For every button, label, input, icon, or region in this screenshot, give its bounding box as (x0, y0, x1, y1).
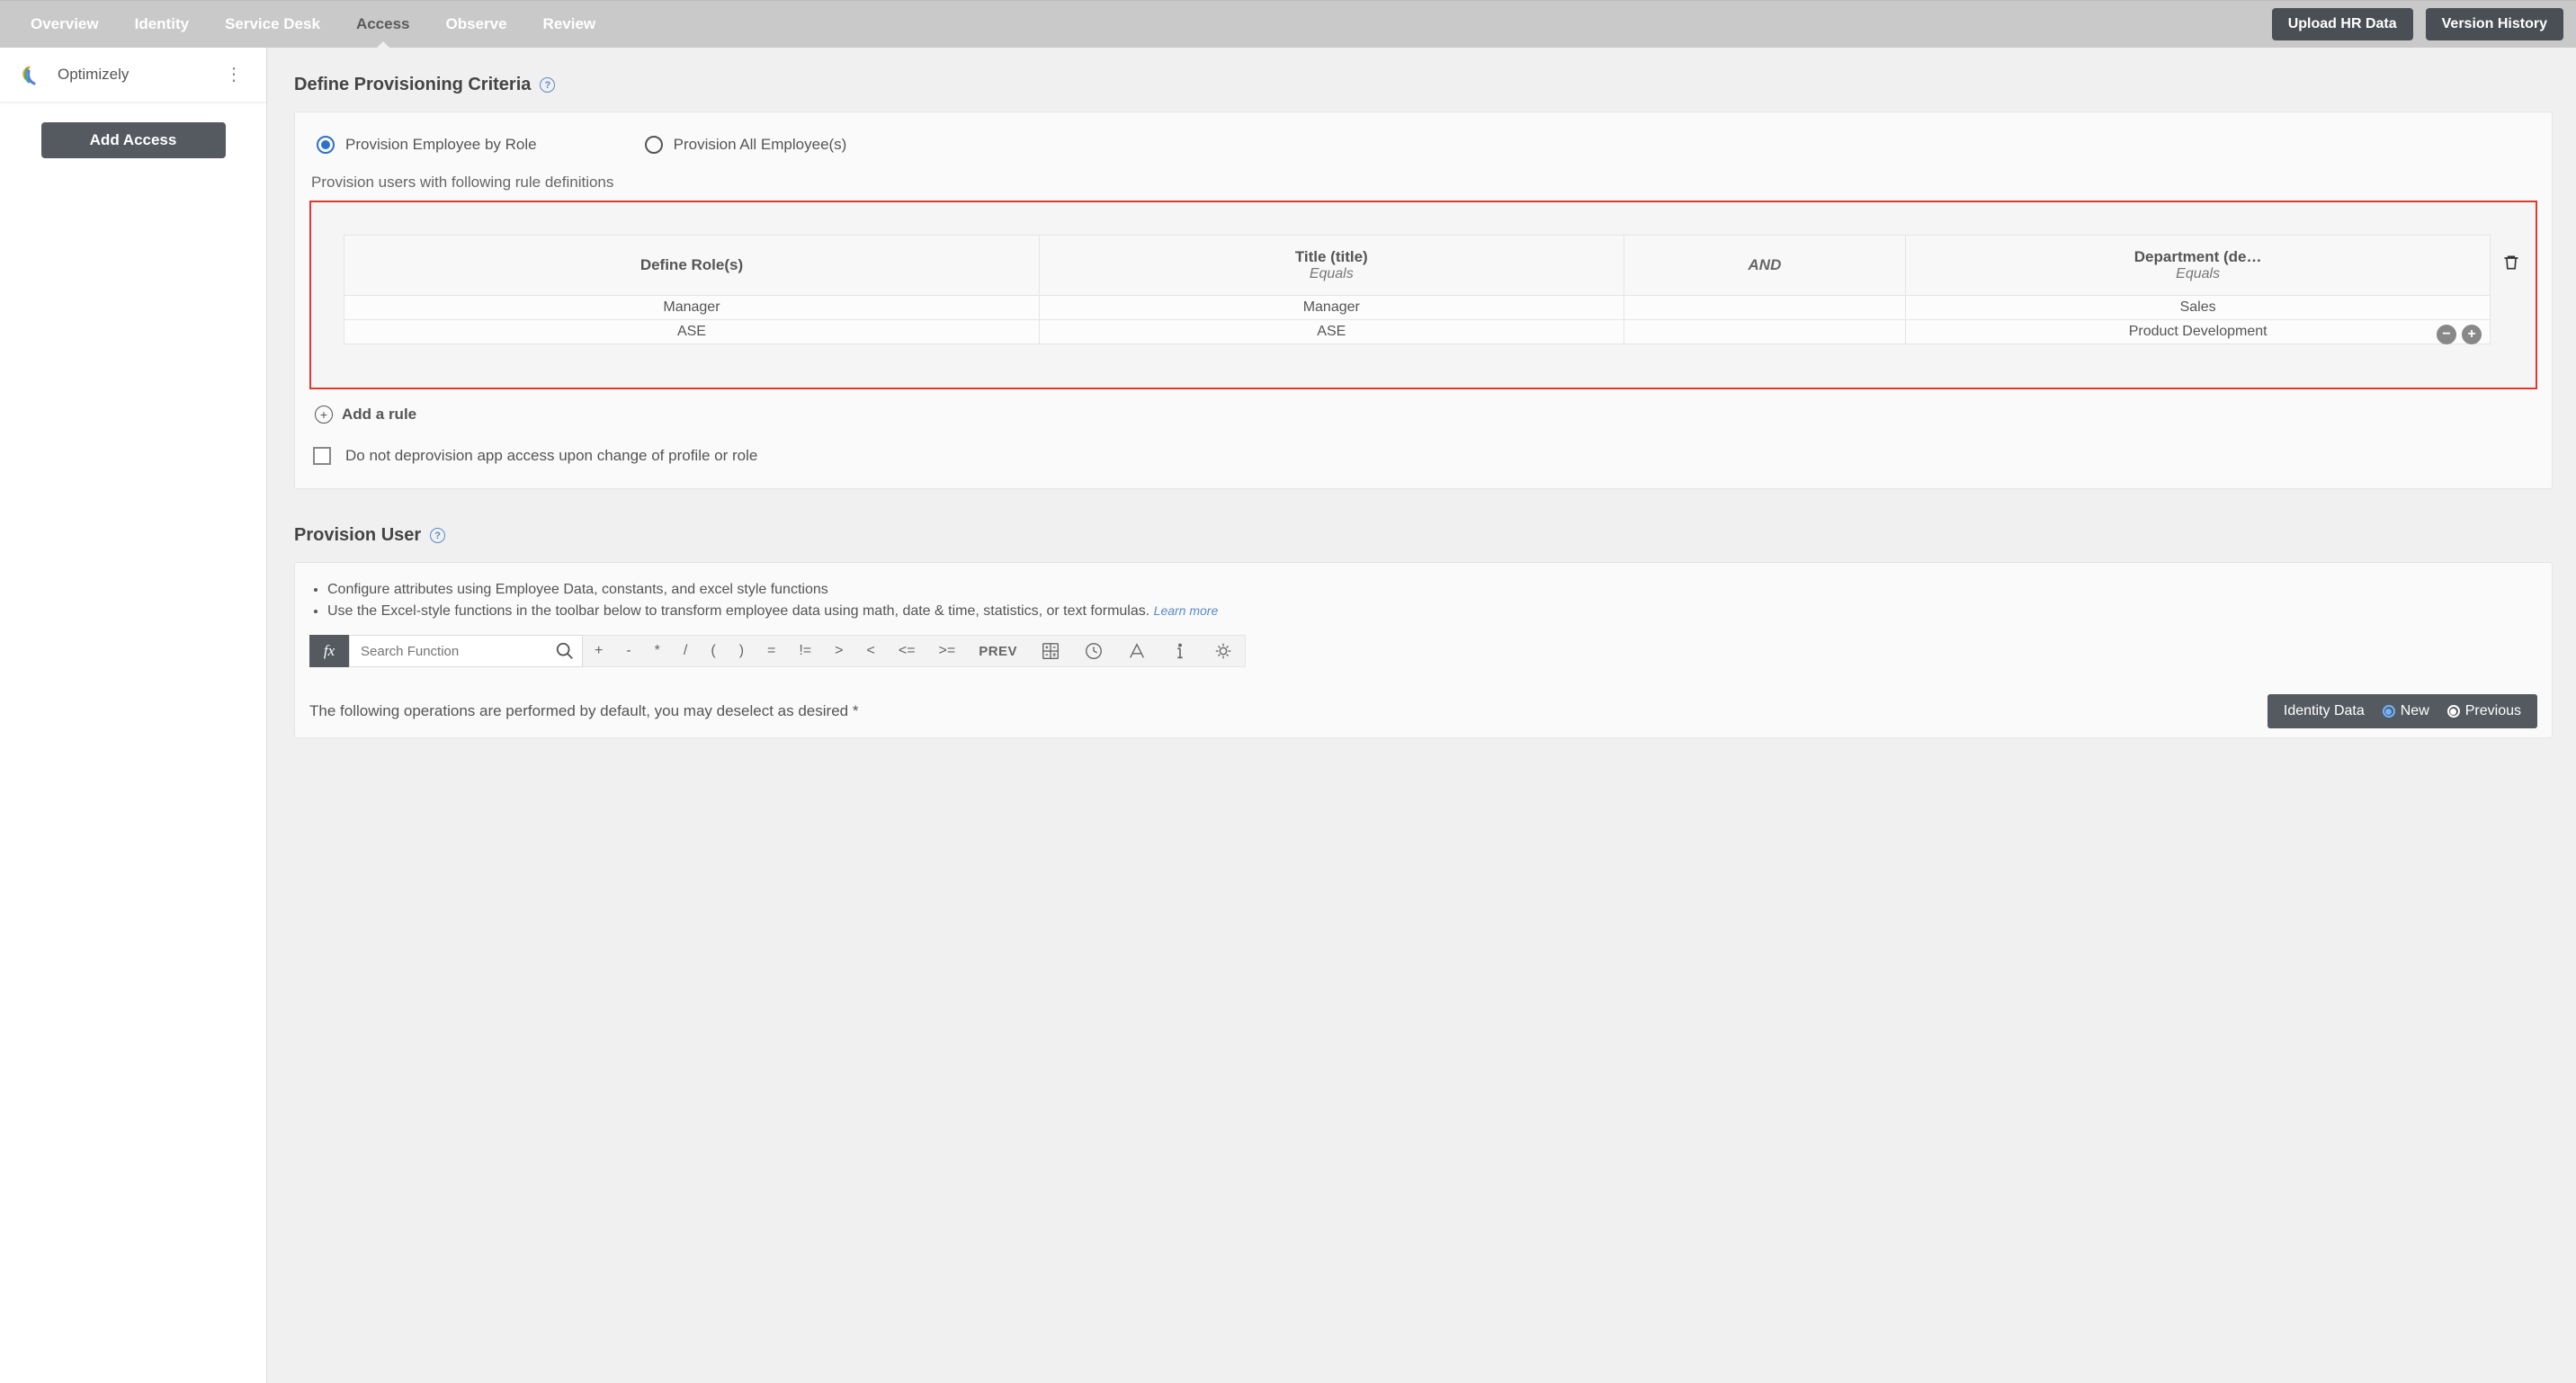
add-access-button[interactable]: Add Access (41, 122, 226, 158)
rules-table: Define Role(s) Title (title) Equals AND (344, 235, 2491, 344)
cell-department[interactable]: Product Development (1906, 320, 2491, 344)
radio-label: Provision All Employee(s) (674, 136, 847, 154)
operator-close-paren[interactable]: ) (728, 636, 756, 666)
math-functions-icon[interactable] (1029, 636, 1072, 666)
provision-user-heading: Provision User (294, 525, 421, 546)
sidebar: Optimizely ⋮ Add Access (0, 48, 267, 1383)
add-rule-button[interactable]: + Add a rule (309, 406, 2537, 424)
column-header-role: Define Role(s) (344, 236, 1040, 296)
column-header-title[interactable]: Title (title) Equals (1039, 236, 1623, 296)
cell-title[interactable]: Manager (1039, 296, 1623, 320)
search-function-input[interactable] (350, 636, 582, 666)
app-selector-row[interactable]: Optimizely ⋮ (0, 48, 266, 103)
fx-label: fx (309, 635, 349, 667)
operator-less[interactable]: < (855, 636, 887, 666)
identity-radio-previous[interactable]: Previous (2447, 703, 2521, 719)
rules-definition-box: Define Role(s) Title (title) Equals AND (309, 201, 2537, 389)
nav-tabs: Overview Identity Service Desk Access Ob… (13, 1, 613, 49)
operator-greater-equal[interactable]: >= (927, 636, 968, 666)
operator-less-equal[interactable]: <= (887, 636, 927, 666)
add-rule-label: Add a rule (342, 406, 416, 424)
upload-hr-data-button[interactable]: Upload HR Data (2272, 8, 2413, 40)
plus-circle-icon: + (315, 406, 333, 424)
tab-access[interactable]: Access (338, 1, 428, 49)
cell-role[interactable]: ASE (344, 320, 1040, 344)
footer-text: The following operations are performed b… (309, 702, 2250, 720)
operator-open-paren[interactable]: ( (699, 636, 727, 666)
main-content: Define Provisioning Criteria ? Provision… (267, 48, 2576, 1383)
instruction-list: Configure attributes using Employee Data… (309, 579, 2537, 622)
radio-provision-all[interactable]: Provision All Employee(s) (645, 136, 847, 154)
remove-row-button[interactable]: − (2437, 325, 2456, 344)
prev-button[interactable]: PREV (967, 636, 1029, 666)
tab-identity[interactable]: Identity (117, 1, 207, 49)
criteria-heading: Define Provisioning Criteria (294, 75, 531, 95)
identity-radio-new[interactable]: New (2383, 703, 2429, 719)
operator-strip: + - * / ( ) = != > < <= >= PREV (583, 635, 1246, 667)
operator-divide[interactable]: / (672, 636, 699, 666)
checkbox-label: Do not deprovision app access upon chang… (345, 447, 757, 465)
criteria-panel: Provision Employee by Role Provision All… (294, 112, 2553, 489)
app-name-label: Optimizely (58, 66, 205, 84)
column-header-and: AND (1623, 236, 1906, 296)
identity-data-bar: Identity Data New Previous (2267, 694, 2537, 728)
cell-and (1623, 296, 1906, 320)
provision-mode-radio-group: Provision Employee by Role Provision All… (309, 136, 2537, 154)
help-icon[interactable]: ? (540, 77, 555, 93)
cell-department[interactable]: Sales (1906, 296, 2491, 320)
cell-and (1623, 320, 1906, 344)
checkbox-unchecked[interactable] (313, 447, 331, 465)
operator-equals[interactable]: = (756, 636, 787, 666)
tab-service-desk[interactable]: Service Desk (207, 1, 338, 49)
search-icon[interactable] (555, 641, 575, 661)
table-row: Manager Manager Sales (344, 296, 2491, 320)
learn-more-link[interactable]: Learn more (1154, 603, 1219, 618)
search-function-wrapper (349, 635, 583, 667)
help-icon[interactable]: ? (430, 528, 445, 543)
time-functions-icon[interactable] (1072, 636, 1115, 666)
instruction-item: Use the Excel-style functions in the too… (327, 601, 2537, 622)
kebab-menu-icon[interactable]: ⋮ (218, 62, 250, 87)
provision-user-panel: Configure attributes using Employee Data… (294, 562, 2553, 738)
optimizely-logo-icon (16, 60, 45, 89)
radio-unselected-icon (645, 136, 663, 154)
identity-data-label: Identity Data (2284, 703, 2365, 719)
operator-plus[interactable]: + (583, 636, 614, 666)
instruction-item: Configure attributes using Employee Data… (327, 579, 2537, 601)
misc-functions-icon[interactable] (1202, 636, 1245, 666)
row-action-buttons: − + (2437, 325, 2482, 344)
operator-not-equals[interactable]: != (787, 636, 823, 666)
rule-definition-label: Provision users with following rule defi… (309, 174, 2537, 192)
radio-unselected-icon (2447, 705, 2460, 718)
radio-selected-icon (317, 136, 335, 154)
radio-selected-icon (2383, 705, 2395, 718)
delete-rule-icon[interactable] (2500, 251, 2523, 274)
function-toolbar: fx + - * / ( ) = (309, 635, 2537, 667)
operator-greater[interactable]: > (823, 636, 854, 666)
table-row: ASE ASE Product Development (344, 320, 2491, 344)
operator-minus[interactable]: - (614, 636, 642, 666)
cell-title[interactable]: ASE (1039, 320, 1623, 344)
radio-provision-by-role[interactable]: Provision Employee by Role (317, 136, 537, 154)
add-row-button[interactable]: + (2462, 325, 2482, 344)
tab-observe[interactable]: Observe (428, 1, 525, 49)
tab-overview[interactable]: Overview (13, 1, 117, 49)
cell-role[interactable]: Manager (344, 296, 1040, 320)
section-title-provision-user: Provision User ? (294, 525, 2553, 546)
deprovision-checkbox-row: Do not deprovision app access upon chang… (309, 447, 2537, 465)
info-functions-icon[interactable] (1158, 636, 1202, 666)
provision-footer-row: The following operations are performed b… (309, 694, 2537, 728)
tab-review[interactable]: Review (525, 1, 614, 49)
operator-multiply[interactable]: * (643, 636, 672, 666)
column-header-department[interactable]: Department (de… Equals (1906, 236, 2491, 296)
text-functions-icon[interactable] (1115, 636, 1158, 666)
radio-label: Provision Employee by Role (345, 136, 537, 154)
top-navigation-bar: Overview Identity Service Desk Access Ob… (0, 0, 2576, 48)
version-history-button[interactable]: Version History (2426, 8, 2563, 40)
section-title-criteria: Define Provisioning Criteria ? (294, 75, 2553, 95)
